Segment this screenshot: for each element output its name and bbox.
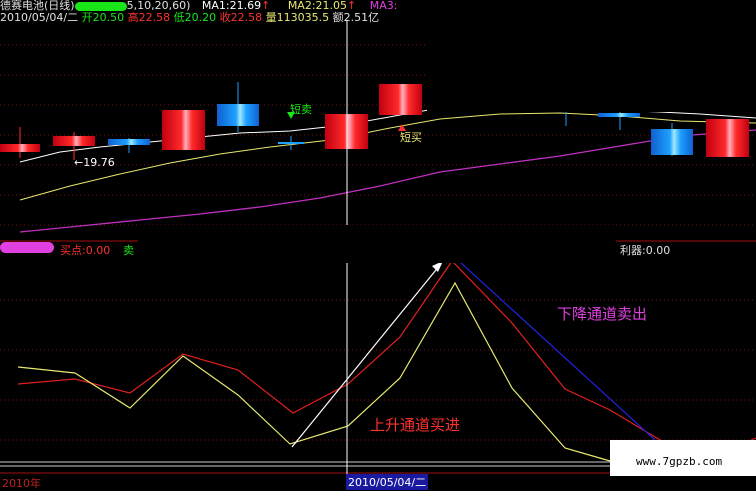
candle[interactable] bbox=[706, 119, 749, 157]
watermark-text: www.7gpzb.com bbox=[636, 455, 723, 468]
crosshair-date-label: 2010/05/04/二 bbox=[346, 474, 429, 490]
down-channel-label: 下降通道卖出 bbox=[557, 305, 648, 323]
short-buy-label: 短买 bbox=[400, 131, 422, 144]
candle[interactable] bbox=[278, 136, 304, 150]
candle[interactable] bbox=[162, 110, 205, 150]
candle[interactable] bbox=[598, 110, 640, 130]
candle[interactable] bbox=[0, 127, 40, 158]
low-price-label: ←19.76 bbox=[74, 156, 115, 169]
buy-point-label: 买点:0.00 bbox=[60, 244, 111, 257]
indicator-yellow-line bbox=[17, 281, 611, 462]
sell-point-label: 卖 bbox=[123, 244, 134, 257]
year-label: 2010年 bbox=[2, 477, 41, 490]
ma3-line bbox=[19, 129, 756, 233]
mask-region bbox=[427, 0, 756, 112]
watermark: www.7gpzb.com bbox=[610, 440, 756, 476]
indicator-blue-line bbox=[459, 261, 656, 441]
candle[interactable] bbox=[379, 84, 422, 115]
candle[interactable] bbox=[217, 82, 259, 132]
profit-label: 利器:0.00 bbox=[620, 244, 671, 257]
up-channel-label: 上升通道买进 bbox=[370, 416, 461, 434]
mask-region bbox=[138, 225, 616, 263]
ma2-line bbox=[19, 112, 756, 201]
candle[interactable] bbox=[651, 123, 693, 156]
indicator-name-mask bbox=[0, 242, 54, 253]
short-sell-label: 短卖 bbox=[290, 103, 312, 116]
